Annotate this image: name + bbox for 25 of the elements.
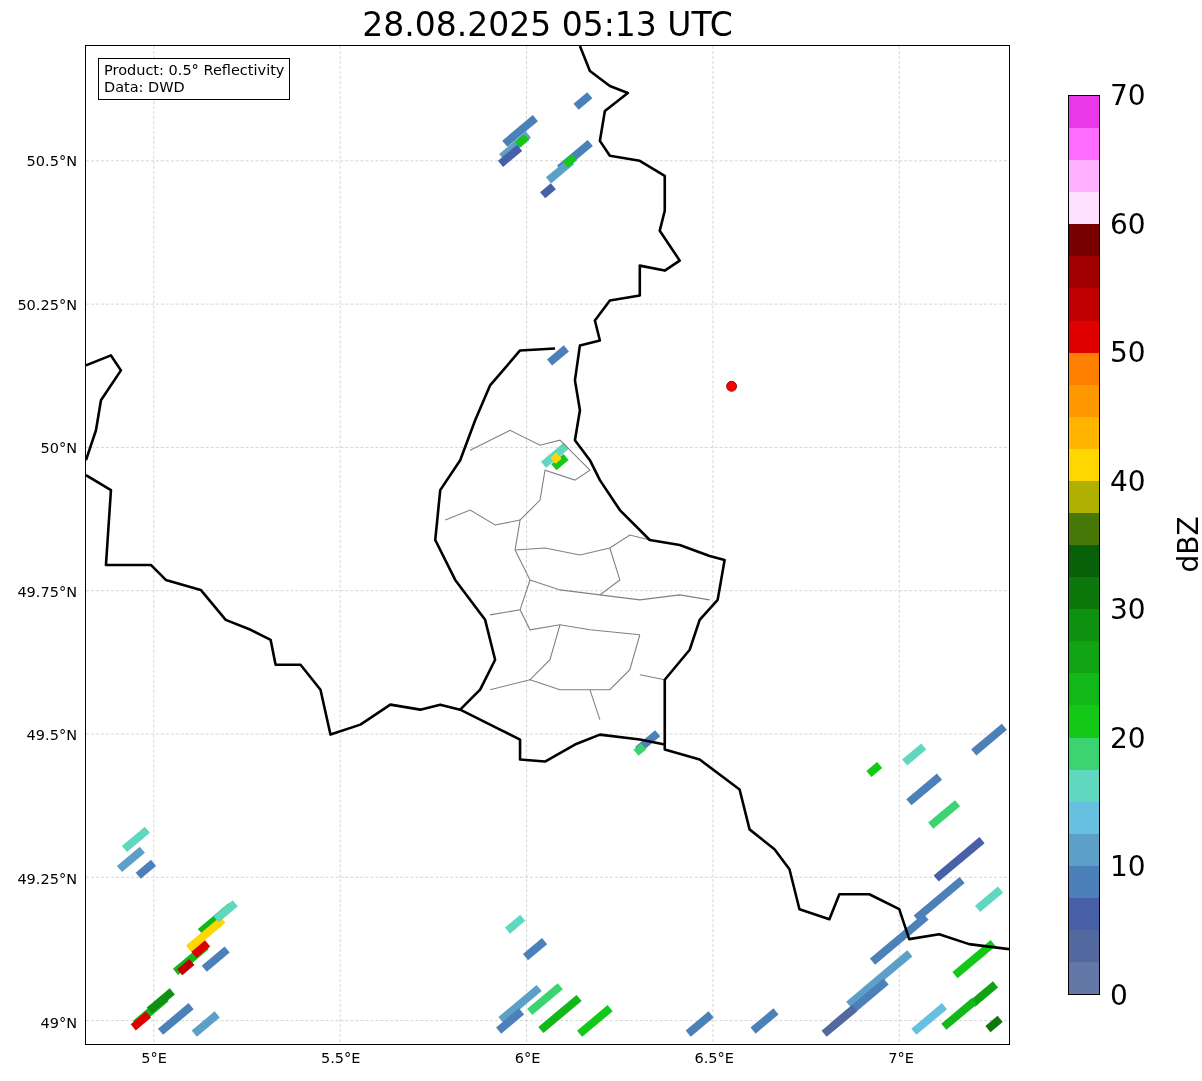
scale-tick-label: 20: [1110, 721, 1146, 755]
scale-unit-label: dBZ: [1171, 516, 1202, 573]
location-marker-icon: [726, 380, 737, 392]
legend-text: Data: DWD: [104, 79, 186, 96]
longitude-label: 6.5°E: [694, 1050, 734, 1066]
latitude-label: 50.25°N: [17, 296, 77, 313]
latitude-label: 49.75°N: [17, 583, 77, 600]
latitude-label: 50.5°N: [26, 153, 77, 169]
latitude-label: 49°N: [40, 1014, 77, 1031]
longitude-label: 7°E: [888, 1050, 914, 1066]
scale-tick-label: 70: [1110, 78, 1146, 112]
latitude-label: 49.25°N: [17, 871, 77, 887]
longitude-label: 5°E: [141, 1050, 167, 1066]
scale-tick-label: 60: [1110, 207, 1146, 241]
scale-tick-label: 10: [1110, 849, 1146, 883]
scale-tick-label: 50: [1110, 335, 1146, 369]
scale-tick-label: 40: [1110, 464, 1146, 498]
latitude-label: 49.5°N: [26, 727, 77, 744]
scale-tick-label: 0: [1110, 978, 1128, 1012]
longitude-label: 6°E: [514, 1050, 541, 1066]
scale-tick-label: 30: [1110, 592, 1146, 626]
latitude-label: 50°N: [40, 440, 77, 457]
longitude-label: 5.5°E: [321, 1050, 361, 1066]
chart-title: 28.08.2025 05:13 UTC: [361, 4, 734, 45]
legend-text: Product: 0.5° Reflectivity: [104, 62, 285, 79]
